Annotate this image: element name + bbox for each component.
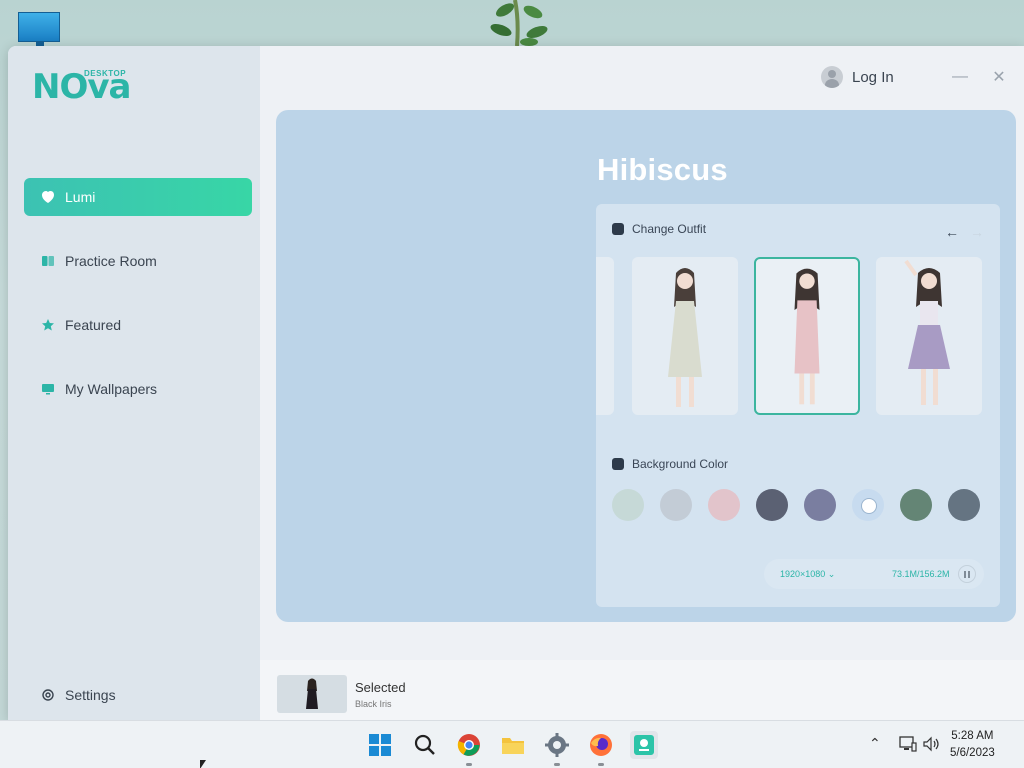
- monitor-icon: [40, 381, 56, 397]
- gear-icon: [40, 687, 56, 703]
- desktop-monitor-icon[interactable]: [18, 12, 60, 47]
- color-swatch[interactable]: [756, 489, 788, 521]
- app-logo: NOva DESKTOP: [32, 68, 142, 108]
- sidebar: NOva DESKTOP Lumi Practice Room Featured: [8, 46, 260, 720]
- outfit-option[interactable]: [876, 257, 982, 415]
- page-title: Hibiscus: [597, 152, 728, 187]
- selected-thumbnail[interactable]: [277, 675, 347, 713]
- customize-card: Change Outfit ← → Background Color 1920×…: [596, 204, 1000, 607]
- outfit-carousel: [596, 257, 1000, 417]
- arrow-left-icon[interactable]: ←: [945, 224, 959, 240]
- color-swatch[interactable]: [660, 489, 692, 521]
- chrome-icon[interactable]: [455, 731, 483, 766]
- download-status: 1920×1080 ⌄ 73.1M/156.2M: [764, 559, 984, 589]
- change-outfit-header: Change Outfit: [612, 222, 706, 236]
- settings-label: Settings: [65, 687, 116, 703]
- background-color-label: Background Color: [632, 457, 729, 471]
- plant-decoration: [490, 0, 548, 46]
- selected-subtitle: Black Iris: [355, 699, 392, 709]
- close-icon: ✕: [992, 69, 1006, 86]
- app-window: NOva DESKTOP Lumi Practice Room Featured: [8, 46, 1024, 720]
- sidebar-item-label: Lumi: [65, 189, 96, 205]
- settings-gear-icon[interactable]: [543, 731, 571, 766]
- sidebar-item-practice-room[interactable]: Practice Room: [24, 242, 252, 280]
- minimize-button[interactable]: —: [949, 66, 971, 88]
- selected-title: Selected: [355, 680, 406, 695]
- shirt-icon: [612, 223, 624, 235]
- background-color-header: Background Color: [612, 457, 728, 471]
- color-swatch[interactable]: [948, 489, 980, 521]
- selected-wallpaper-bar: Selected Black Iris: [260, 660, 1024, 720]
- pause-icon[interactable]: [958, 565, 976, 583]
- sidebar-item-my-wallpapers[interactable]: My Wallpapers: [24, 370, 252, 408]
- color-swatch[interactable]: [900, 489, 932, 521]
- palette-icon: [612, 458, 624, 470]
- firefox-icon[interactable]: [587, 731, 615, 766]
- color-swatch[interactable]: [708, 489, 740, 521]
- logo-subtitle: DESKTOP: [84, 69, 127, 78]
- volume-icon[interactable]: [923, 736, 941, 755]
- minimize-icon: —: [952, 68, 968, 85]
- file-explorer-icon[interactable]: [499, 731, 527, 759]
- mouse-cursor: [200, 760, 206, 768]
- sidebar-item-label: My Wallpapers: [65, 381, 158, 397]
- sidebar-item-lumi[interactable]: Lumi: [24, 178, 252, 216]
- close-button[interactable]: ✕: [988, 66, 1010, 88]
- outfit-option-selected[interactable]: [754, 257, 860, 415]
- clock-time: 5:28 AM: [951, 730, 994, 742]
- book-icon: [40, 253, 56, 269]
- system-clock[interactable]: 5:28 AM 5/6/2023: [950, 728, 995, 762]
- login-button[interactable]: Log In: [821, 66, 894, 88]
- chevron-up-icon[interactable]: ⌃: [869, 735, 881, 752]
- sidebar-item-featured[interactable]: Featured: [24, 306, 252, 344]
- lumi-icon: [40, 189, 56, 205]
- search-icon[interactable]: [411, 731, 439, 759]
- resolution-select[interactable]: 1920×1080 ⌄: [780, 569, 835, 580]
- nova-desktop-icon[interactable]: [630, 731, 658, 759]
- sidebar-item-label: Practice Room: [65, 253, 157, 269]
- wallpaper-preview-panel: Hibiscus Change Outfit ← → Background Co…: [276, 110, 1016, 622]
- taskbar: ⌃ 5:28 AM 5/6/2023: [0, 720, 1024, 768]
- outfit-option-partial[interactable]: [596, 257, 614, 415]
- login-label: Log In: [852, 68, 894, 86]
- color-swatch[interactable]: [612, 489, 644, 521]
- star-icon: [40, 317, 56, 333]
- color-swatch-selected[interactable]: [852, 489, 884, 521]
- download-progress-text: 73.1M/156.2M: [892, 569, 950, 579]
- sidebar-item-label: Featured: [65, 317, 122, 333]
- arrow-right-icon[interactable]: →: [970, 224, 984, 240]
- clock-date: 5/6/2023: [950, 747, 995, 759]
- avatar: [821, 66, 843, 88]
- change-outfit-label: Change Outfit: [632, 222, 707, 236]
- settings-button[interactable]: Settings: [24, 676, 116, 714]
- windows-start-icon[interactable]: [366, 731, 394, 759]
- outfit-option[interactable]: [632, 257, 738, 415]
- color-swatch[interactable]: [804, 489, 836, 521]
- network-icon[interactable]: [899, 736, 917, 755]
